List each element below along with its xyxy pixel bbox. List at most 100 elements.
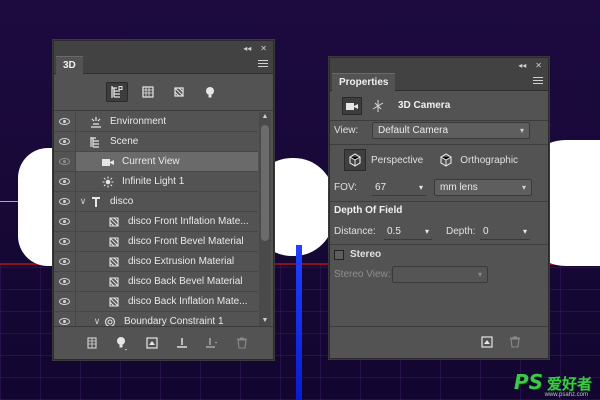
layer-row-material[interactable]: disco Front Bevel Material — [54, 231, 258, 252]
watermark-chinese: 爱好者 — [546, 375, 592, 393]
layer-label: Scene — [110, 136, 139, 147]
layer-row-scene[interactable]: Scene — [54, 131, 258, 152]
scroll-up-icon[interactable]: ▲ — [259, 112, 271, 122]
layer-label: Boundary Constraint 1 — [124, 316, 224, 326]
visibility-toggle[interactable] — [54, 131, 76, 152]
visibility-toggle[interactable] — [54, 251, 76, 272]
chevron-down-icon[interactable]: ∨ — [78, 196, 88, 207]
visibility-toggle[interactable] — [54, 271, 76, 292]
delete-button[interactable] — [233, 334, 251, 352]
stereo-checkbox[interactable] — [334, 249, 344, 260]
row-content: disco Back Bevel Material — [76, 272, 258, 291]
meshes-filter-button[interactable] — [137, 82, 159, 102]
blue-light-beam — [296, 245, 302, 400]
lens-dropdown[interactable]: mm lens ▾ — [434, 179, 532, 196]
panel-menu-icon[interactable] — [258, 60, 268, 69]
eye-icon — [59, 238, 70, 245]
coordinates-tab-button[interactable] — [368, 97, 388, 115]
layer-row-material[interactable]: disco Back Inflation Mate... — [54, 291, 258, 312]
render-button[interactable] — [480, 335, 494, 352]
layer-scrollbar[interactable]: ▲ ▼ — [259, 112, 271, 326]
panel-menu-icon[interactable] — [533, 77, 543, 86]
panel-3d-topbar: ◂◂ ✕ — [54, 41, 273, 55]
visibility-toggle[interactable] — [54, 231, 76, 252]
layer-row-material[interactable]: disco Front Inflation Mate... — [54, 211, 258, 232]
delete-button[interactable] — [508, 335, 522, 352]
eye-icon — [59, 278, 70, 285]
layer-label: disco Front Bevel Material — [128, 236, 244, 247]
row-content: ∨ Boundary Constraint 1 — [76, 312, 258, 326]
visibility-toggle[interactable] — [54, 311, 76, 326]
lights-filter-button[interactable] — [199, 82, 221, 102]
constraint-icon — [205, 338, 217, 348]
materials-filter-button[interactable] — [168, 82, 190, 102]
properties-header: 3D Camera — [330, 91, 548, 121]
distance-value: 0.5 — [387, 225, 401, 237]
meshes-icon — [142, 86, 154, 98]
layer-row-current-view[interactable]: Current View — [54, 151, 258, 172]
orthographic-label: Orthographic — [460, 154, 519, 166]
visibility-toggle[interactable] — [54, 191, 76, 212]
visibility-toggle[interactable] — [54, 112, 76, 132]
layer-row-boundary-constraint[interactable]: ∨ Boundary Constraint 1 — [54, 311, 258, 326]
distance-field[interactable]: 0.5 ▾ — [384, 223, 432, 240]
drop-to-plane-button[interactable] — [173, 334, 191, 352]
chevron-down-icon[interactable]: ∨ — [92, 316, 102, 326]
layer-label: Current View — [122, 156, 180, 167]
close-icon[interactable]: ✕ — [535, 61, 542, 70]
layer-row-material[interactable]: disco Extrusion Material — [54, 251, 258, 272]
render-icon — [481, 336, 493, 348]
depth-label: Depth: — [446, 226, 476, 237]
3d-panel: ◂◂ ✕ 3D Environment Scene Current View I… — [53, 40, 274, 360]
layer-label: disco Front Inflation Mate... — [128, 216, 249, 227]
scroll-thumb[interactable] — [261, 125, 269, 241]
divider — [330, 244, 548, 245]
stereo-view-label: Stereo View: — [334, 269, 391, 280]
render-icon — [145, 337, 158, 349]
layer-row-material[interactable]: disco Back Bevel Material — [54, 271, 258, 292]
visibility-toggle[interactable] — [54, 171, 76, 192]
layer-label: disco — [110, 196, 134, 207]
divider — [330, 201, 548, 202]
eye-icon — [59, 118, 70, 125]
divider — [330, 144, 548, 145]
layer-row-environment[interactable]: Environment — [54, 112, 258, 132]
distance-label: Distance: — [334, 226, 376, 237]
layer-row-infinite-light[interactable]: Infinite Light 1 — [54, 171, 258, 192]
tab-properties[interactable]: Properties — [332, 73, 396, 91]
perspective-label: Perspective — [371, 154, 424, 166]
visibility-toggle[interactable] — [54, 291, 76, 312]
add-mesh-button[interactable] — [83, 334, 101, 352]
row-content: Current View — [76, 152, 258, 171]
perspective-button[interactable] — [344, 149, 366, 171]
fov-label: FOV: — [334, 182, 357, 193]
collapse-icon[interactable]: ◂◂ — [518, 61, 526, 70]
view-label: View: — [334, 125, 359, 136]
fov-field[interactable]: 67 ▾ — [372, 179, 426, 196]
camera-tab-button[interactable] — [342, 96, 362, 115]
camera-icon — [346, 102, 358, 110]
add-constraint-button[interactable] — [203, 334, 221, 352]
eye-icon — [59, 258, 70, 265]
collapse-icon[interactable]: ◂◂ — [243, 44, 251, 53]
properties-panel: ◂◂ ✕ Properties 3D Camera View: Default … — [329, 57, 549, 359]
scroll-down-icon[interactable]: ▼ — [259, 316, 271, 326]
layer-row-disco[interactable]: ∨ disco — [54, 191, 258, 212]
add-light-button[interactable] — [113, 334, 131, 352]
trash-icon — [236, 337, 247, 349]
tab-3d[interactable]: 3D — [56, 56, 83, 74]
orthographic-button[interactable] — [435, 149, 457, 171]
render-button[interactable] — [143, 334, 161, 352]
depth-field[interactable]: 0 ▾ — [480, 223, 530, 240]
perspective-cube-icon — [349, 153, 361, 167]
eye-icon — [59, 158, 70, 165]
close-icon[interactable]: ✕ — [260, 44, 267, 53]
stereo-view-dropdown: ▾ — [392, 266, 488, 283]
visibility-toggle[interactable] — [54, 151, 76, 172]
scene-icon — [88, 135, 104, 149]
visibility-toggle[interactable] — [54, 211, 76, 232]
chevron-down-icon: ▾ — [424, 226, 429, 236]
watermark-brand: PS — [513, 370, 543, 394]
view-dropdown[interactable]: Default Camera ▾ — [372, 122, 530, 139]
whole-scene-filter-button[interactable] — [106, 82, 128, 102]
